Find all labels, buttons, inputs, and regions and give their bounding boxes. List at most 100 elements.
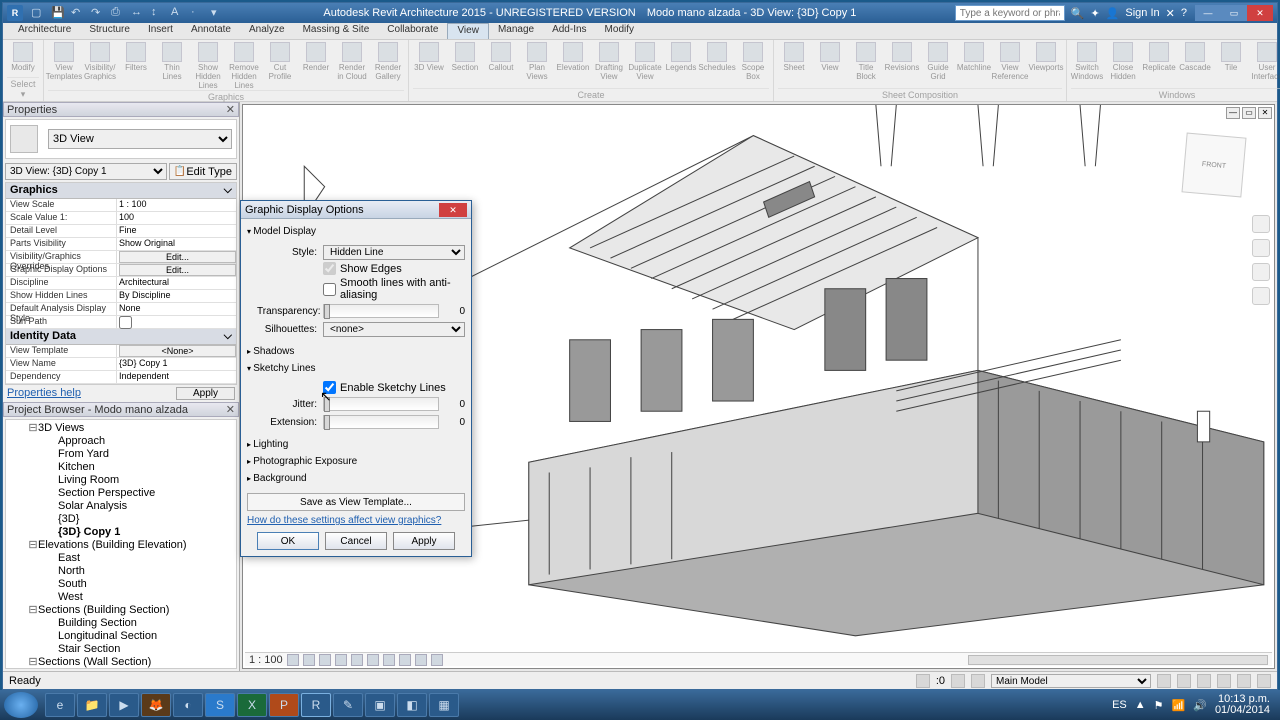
ribbon-matchline[interactable]: Matchline: [958, 42, 990, 72]
prop-value[interactable]: {3D} Copy 1: [116, 358, 236, 370]
close-button[interactable]: ✕: [1247, 5, 1273, 21]
orbit-icon[interactable]: [1252, 287, 1270, 305]
drag-elements-icon[interactable]: [1237, 674, 1251, 688]
tray-lang[interactable]: ES: [1112, 699, 1127, 711]
help-search-input[interactable]: [955, 5, 1065, 21]
background-section[interactable]: Background: [247, 470, 465, 487]
worksets-icon[interactable]: [916, 674, 930, 688]
prop-value[interactable]: Edit...: [116, 264, 236, 276]
ok-button[interactable]: OK: [257, 532, 319, 550]
tab-manage[interactable]: Manage: [489, 23, 543, 39]
prop-value[interactable]: Architectural: [116, 277, 236, 289]
taskbar-ppt-icon[interactable]: P: [269, 693, 299, 717]
browser-node[interactable]: Approach: [8, 435, 234, 448]
sun-path-icon[interactable]: [319, 654, 331, 666]
properties-apply-button[interactable]: Apply: [176, 387, 235, 400]
prop-value[interactable]: 100: [116, 212, 236, 224]
taskbar-app3-icon[interactable]: ▣: [365, 693, 395, 717]
transparency-slider[interactable]: [323, 304, 439, 318]
tray-date[interactable]: 01/04/2014: [1215, 705, 1270, 716]
tab-view[interactable]: View: [447, 23, 489, 39]
ribbon-rendergallery[interactable]: Render Gallery: [372, 42, 404, 81]
start-button[interactable]: [4, 692, 38, 718]
crop-icon[interactable]: [367, 654, 379, 666]
tab-modify[interactable]: Modify: [596, 23, 643, 39]
tab-architecture[interactable]: Architecture: [9, 23, 80, 39]
taskbar-app2-icon[interactable]: ✎: [333, 693, 363, 717]
view-close-icon[interactable]: ✕: [1258, 107, 1272, 119]
tab-insert[interactable]: Insert: [139, 23, 182, 39]
extension-slider[interactable]: [323, 415, 439, 429]
redo-icon[interactable]: ↷: [91, 6, 105, 20]
save-as-template-button[interactable]: Save as View Template...: [247, 493, 465, 511]
browser-node[interactable]: {3D} Copy 1: [8, 526, 234, 539]
design-options-icon[interactable]: [971, 674, 985, 688]
taskbar-media-icon[interactable]: ▶: [109, 693, 139, 717]
browser-node[interactable]: Longitudinal Section: [8, 630, 234, 643]
zoom-icon[interactable]: [1252, 263, 1270, 281]
ribbon-showhiddenlines[interactable]: Show Hidden Lines: [192, 42, 224, 90]
browser-node[interactable]: From Yard: [8, 448, 234, 461]
shadows-section[interactable]: Shadows: [247, 343, 465, 360]
lighting-section[interactable]: Lighting: [247, 436, 465, 453]
text-icon[interactable]: A: [171, 6, 185, 20]
browser-node[interactable]: Stair Section: [8, 643, 234, 656]
browser-node[interactable]: Kitchen: [8, 461, 234, 474]
more-icon[interactable]: ▾: [211, 6, 225, 20]
prop-value[interactable]: By Discipline: [116, 290, 236, 302]
crop-region-icon[interactable]: [383, 654, 395, 666]
browser-node[interactable]: Living Room: [8, 474, 234, 487]
select-underlay-icon[interactable]: [1177, 674, 1191, 688]
taskbar-skype-icon[interactable]: S: [205, 693, 235, 717]
prop-value[interactable]: None: [116, 303, 236, 315]
browser-node[interactable]: North: [8, 565, 234, 578]
ribbon-tile[interactable]: Tile: [1215, 42, 1247, 72]
open-icon[interactable]: ▢: [31, 6, 45, 20]
ribbon-renderincloud[interactable]: Render in Cloud: [336, 42, 368, 81]
browser-node[interactable]: Section Perspective: [8, 487, 234, 500]
ribbon-visibilitygraphics[interactable]: Visibility/ Graphics: [84, 42, 116, 81]
apply-button[interactable]: Apply: [393, 532, 455, 550]
ribbon-dview[interactable]: 3D View: [413, 42, 445, 72]
select-label[interactable]: Select ▾: [7, 77, 39, 101]
app-logo[interactable]: R: [7, 5, 23, 21]
ribbon-switchwindows[interactable]: Switch Windows: [1071, 42, 1103, 81]
prop-value[interactable]: Show Original: [116, 238, 236, 250]
view-min-icon[interactable]: —: [1226, 107, 1240, 119]
select-pinned-icon[interactable]: [1197, 674, 1211, 688]
subscription-icon[interactable]: ✦: [1090, 7, 1099, 20]
photographic-section[interactable]: Photographic Exposure: [247, 453, 465, 470]
ribbon-section[interactable]: Section: [449, 42, 481, 72]
tab-addins[interactable]: Add-Ins: [543, 23, 595, 39]
ribbon-userinterface[interactable]: User Interface: [1251, 42, 1280, 81]
browser-node[interactable]: South: [8, 578, 234, 591]
ribbon-replicate[interactable]: Replicate: [1143, 42, 1175, 72]
print-icon[interactable]: ⎙: [111, 6, 125, 20]
measure-icon[interactable]: ↔: [131, 6, 145, 20]
model-display-section[interactable]: Model Display: [247, 223, 465, 240]
minimize-button[interactable]: —: [1195, 5, 1221, 21]
ribbon-revisions[interactable]: Revisions: [886, 42, 918, 72]
signin-label[interactable]: Sign In: [1125, 7, 1159, 19]
editable-only-icon[interactable]: [951, 674, 965, 688]
select-links-icon[interactable]: [1157, 674, 1171, 688]
style-select[interactable]: Hidden Line: [323, 245, 465, 260]
prop-value[interactable]: 1 : 100: [116, 199, 236, 211]
prop-value[interactable]: Independent: [116, 371, 236, 383]
ribbon-viewtemplates[interactable]: View Templates: [48, 42, 80, 81]
detail-level-icon[interactable]: [287, 654, 299, 666]
silhouettes-select[interactable]: <none>: [323, 322, 465, 337]
taskbar-revit-icon[interactable]: R: [301, 693, 331, 717]
ribbon-draftingview[interactable]: Drafting View: [593, 42, 625, 81]
ribbon-viewports[interactable]: Viewports: [1030, 42, 1062, 72]
browser-node[interactable]: West: [8, 591, 234, 604]
ribbon-elevation[interactable]: Elevation: [557, 42, 589, 72]
browser-node[interactable]: ⊟Sections (Building Section): [8, 604, 234, 617]
scale-label[interactable]: 1 : 100: [249, 654, 283, 666]
browser-node[interactable]: East: [8, 552, 234, 565]
search-icon[interactable]: 🔍: [1071, 7, 1085, 20]
view-instance-selector[interactable]: 3D View: {3D} Copy 1: [5, 163, 167, 180]
tab-analyze[interactable]: Analyze: [240, 23, 294, 39]
ribbon-schedules[interactable]: Schedules: [701, 42, 733, 72]
visual-style-icon[interactable]: [303, 654, 315, 666]
